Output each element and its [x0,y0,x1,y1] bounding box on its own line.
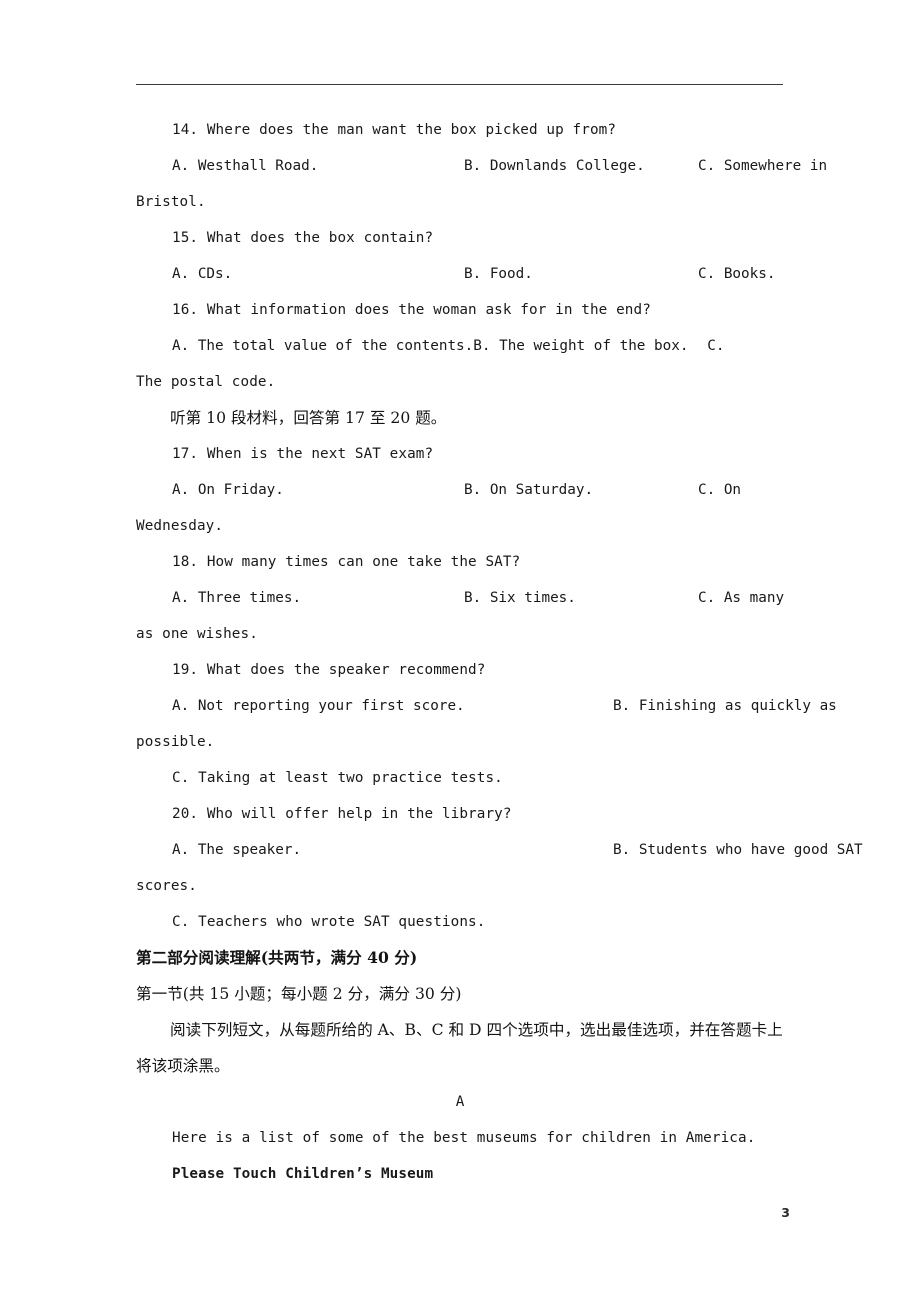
question-stem-18: 18. How many times can one take the SAT? [172,554,521,570]
option-a-17: A. On Friday. [172,482,284,498]
question-options-17-wrap: Wednesday. [136,518,224,534]
question-options-18: A. Three times. B. Six times. C. As many [136,580,784,616]
option-b-18: B. Six times. [464,590,576,606]
option-c-17: C. On [698,482,742,498]
option-a-20: A. The speaker. [172,842,302,858]
page-number: 3 [781,1205,790,1220]
option-b-16: B. The weight of the box. [473,338,689,354]
option-b-15: B. Food. [464,266,533,282]
question-options-19-wrap: possible. [136,734,215,750]
option-b-14: B. Downlands College. [464,158,645,174]
option-b-19: B. Finishing as quickly as [613,698,837,714]
section-one-instruction-line-1: 阅读下列短文，从每题所给的 A、B、C 和 D 四个选项中，选出最佳选项，并在答… [170,1021,783,1039]
option-a-19: A. Not reporting your first score. [172,698,465,714]
passage-subheading-museum: Please Touch Children’s Museum [172,1166,434,1182]
exam-page: 14. Where does the man want the box pick… [0,0,920,1302]
part-two-heading: 第二部分阅读理解(共两节，满分 40 分) [136,948,418,967]
option-a-16: A. The total value of the contents. [172,338,474,354]
option-b-20: B. Students who have good SAT [613,842,863,858]
header-divider-rule [136,84,783,85]
option-a-18: A. Three times. [172,590,302,606]
section-one-heading: 第一节(共 15 小题；每小题 2 分，满分 30 分) [136,985,462,1003]
section-one-instruction-line-2: 将该项涂黑。 [136,1057,230,1075]
listening-direction-section-10: 听第 10 段材料，回答第 17 至 20 题。 [170,409,447,427]
question-stem-14: 14. Where does the man want the box pick… [172,122,617,138]
question-options-17: A. On Friday. B. On Saturday. C. On [136,472,784,508]
question-options-14-wrap: Bristol. [136,194,206,210]
passage-intro-sentence: Here is a list of some of the best museu… [172,1130,756,1146]
option-a-14: A. Westhall Road. [172,158,319,174]
question-stem-16: 16. What information does the woman ask … [172,302,651,318]
question-stem-20: 20. Who will offer help in the library? [172,806,512,822]
question-options-15: A. CDs. B. Food. C. Books. [136,256,784,292]
question-stem-17: 17. When is the next SAT exam? [172,446,434,462]
question-stem-15: 15. What does the box contain? [172,230,434,246]
question-options-20-wrap: scores. [136,878,197,894]
option-c-19: C. Taking at least two practice tests. [172,770,503,786]
option-c-20: C. Teachers who wrote SAT questions. [172,914,486,930]
question-options-18-wrap: as one wishes. [136,626,258,642]
question-stem-19: 19. What does the speaker recommend? [172,662,486,678]
option-c-16: C. [707,338,725,354]
option-c-15: C. Books. [698,266,776,282]
passage-label-a: A [455,1094,465,1110]
question-options-14: A. Westhall Road. B. Downlands College. … [136,148,827,184]
option-c-14: C. Somewhere in [698,158,828,174]
option-c-18: C. As many [698,590,785,606]
option-b-17: B. On Saturday. [464,482,594,498]
option-a-15: A. CDs. [172,266,233,282]
page-body-column: 14. Where does the man want the box pick… [136,112,863,1192]
question-options-16: A. The total value of the contents. B. T… [136,328,784,364]
question-options-19: A. Not reporting your first score. B. Fi… [136,688,837,724]
question-options-20: A. The speaker. B. Students who have goo… [136,832,863,868]
question-options-16-wrap: The postal code. [136,374,276,390]
